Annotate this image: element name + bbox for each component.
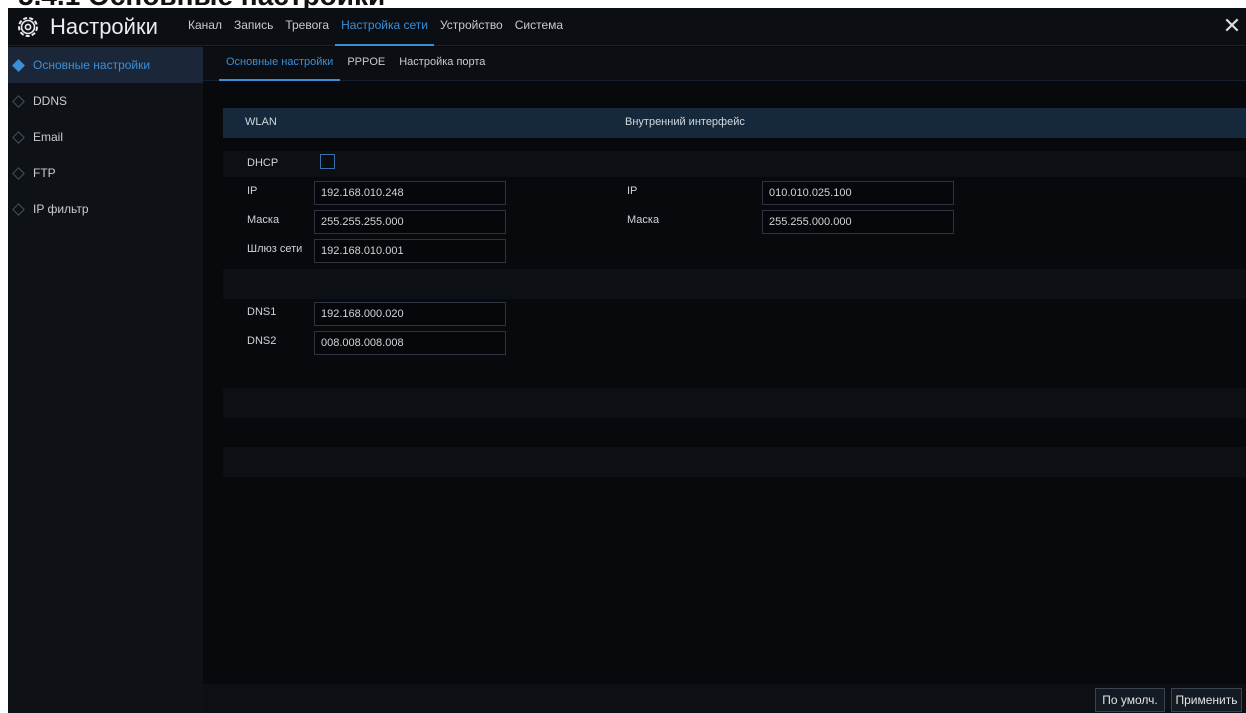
default-button[interactable]: По умолч. [1095, 688, 1165, 712]
top-bar: Настройки Канал Запись Тревога Настройка… [8, 8, 1246, 46]
diamond-icon [12, 166, 25, 180]
dns2-row: DNS2 [223, 329, 1246, 355]
tab-system[interactable]: Система [509, 8, 569, 46]
sidebar-item-label: IP фильтр [33, 202, 89, 216]
footer-bar: По умолч. Применить [203, 684, 1246, 713]
internal-mask-label: Маска [627, 214, 660, 226]
internal-ip-label: IP [627, 185, 638, 197]
wlan-mask-label: Маска [247, 214, 280, 226]
dns1-label: DNS1 [247, 306, 277, 318]
wlan-ip-label: IP [247, 185, 258, 197]
sidebar-item-label: DDNS [33, 94, 68, 108]
main-tabs: Канал Запись Тревога Настройка сети Устр… [182, 8, 569, 46]
apply-button[interactable]: Применить [1171, 688, 1242, 712]
subtab-port[interactable]: Настройка порта [392, 47, 492, 81]
internal-ip-input[interactable] [762, 181, 954, 205]
settings-window: Настройки Канал Запись Тревога Настройка… [8, 8, 1246, 713]
close-icon[interactable]: ✕ [1222, 14, 1242, 38]
sidebar: Основные настройки DDNS Email FTP IP фил… [8, 47, 203, 713]
sub-tabs: Основные настройки PPPOE Настройка порта [203, 47, 1246, 81]
sidebar-item-label: Основные настройки [33, 58, 151, 72]
gateway-input[interactable] [314, 239, 506, 263]
document-heading: 5.4.1 Основные настройки [18, 0, 385, 8]
dhcp-label: DHCP [247, 157, 279, 169]
sidebar-item-ddns[interactable]: DDNS [8, 83, 203, 119]
wlan-mask-input[interactable] [314, 210, 506, 234]
sidebar-item-label: FTP [33, 166, 56, 180]
section-header: WLAN Внутренний интерфейс [223, 108, 1246, 138]
diamond-icon [12, 130, 25, 144]
tab-network[interactable]: Настройка сети [335, 8, 434, 46]
dns1-input[interactable] [314, 302, 506, 326]
app-title-label: Настройки [50, 14, 158, 39]
subtab-basic[interactable]: Основные настройки [219, 47, 341, 81]
ip-row: IP IP [223, 179, 1246, 205]
internal-mask-input[interactable] [762, 210, 954, 234]
subtab-pppoe[interactable]: PPPOE [340, 47, 392, 81]
empty-row-stripe [223, 269, 1246, 299]
gear-icon [18, 17, 38, 37]
dns1-row: DNS1 [223, 300, 1246, 326]
mask-row: Маска Маска [223, 208, 1246, 234]
sidebar-item-label: Email [33, 130, 64, 144]
tab-channel[interactable]: Канал [182, 8, 228, 46]
diamond-icon [12, 94, 25, 108]
tab-device[interactable]: Устройство [434, 8, 509, 46]
app-title: Настройки [16, 12, 158, 42]
sidebar-item-basic[interactable]: Основные настройки [8, 47, 203, 83]
dhcp-checkbox[interactable] [320, 154, 335, 169]
empty-row-stripe [223, 388, 1246, 418]
tab-alarm[interactable]: Тревога [279, 8, 335, 46]
sidebar-item-ip-filter[interactable]: IP фильтр [8, 191, 203, 227]
empty-row-stripe [223, 447, 1246, 477]
diamond-icon [12, 202, 25, 216]
dhcp-row: DHCP [223, 151, 1246, 177]
diamond-icon [12, 58, 25, 72]
wlan-ip-input[interactable] [314, 181, 506, 205]
sidebar-item-ftp[interactable]: FTP [8, 155, 203, 191]
section-wlan-label: WLAN [245, 116, 277, 128]
tab-record[interactable]: Запись [228, 8, 279, 46]
gateway-row: Шлюз сети [223, 237, 1246, 263]
gateway-label: Шлюз сети [247, 243, 303, 255]
content-panel: Основные настройки PPPOE Настройка порта… [203, 47, 1246, 713]
dns2-label: DNS2 [247, 335, 277, 347]
dns2-input[interactable] [314, 331, 506, 355]
sidebar-item-email[interactable]: Email [8, 119, 203, 155]
section-internal-label: Внутренний интерфейс [625, 116, 745, 128]
